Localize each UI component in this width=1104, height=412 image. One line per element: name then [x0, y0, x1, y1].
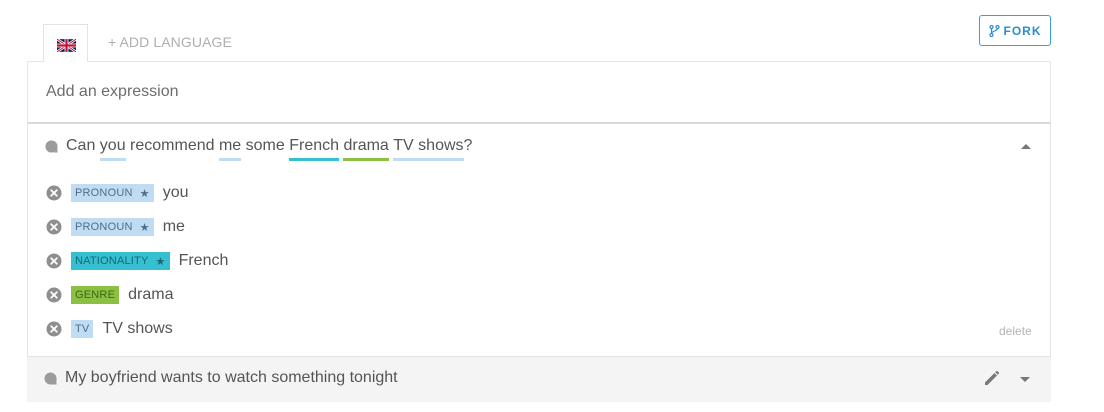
entity-tag-pronoun[interactable]: PRONOUN ★ [71, 184, 154, 202]
entity-value: you [162, 184, 189, 201]
entity-row: NATIONALITY ★ French [46, 249, 228, 273]
expression-row-collapsed[interactable]: My boyfriend wants to watch something to… [27, 357, 1051, 402]
entity-value: French [178, 252, 229, 269]
sentence-text: recommend [125, 137, 219, 154]
uk-flag-icon [57, 39, 76, 52]
entity-tag-tv[interactable]: TV [71, 320, 94, 338]
remove-entity-icon[interactable] [46, 287, 62, 303]
remove-entity-icon[interactable] [46, 321, 62, 337]
entity-highlight-genre[interactable]: drama [343, 137, 389, 161]
add-expression-box [27, 61, 1051, 124]
sentence-text: ? [463, 137, 473, 154]
speech-bubble-icon [44, 372, 57, 385]
entity-value: drama [128, 286, 174, 303]
entity-highlight-nationality[interactable]: French [289, 137, 340, 161]
expression-card-expanded: Can you recommend me some French drama T… [27, 124, 1051, 357]
entity-tag-label: TV [75, 323, 90, 335]
entity-row: TV TV shows [46, 317, 173, 341]
expression-text[interactable]: My boyfriend wants to watch something to… [65, 369, 398, 387]
entity-tag-label: GENRE [75, 289, 116, 301]
entity-tag-label: PRONOUN [75, 187, 133, 199]
entity-tag-nationality[interactable]: NATIONALITY ★ [71, 252, 170, 270]
language-tab-english[interactable] [43, 24, 88, 62]
entity-tag-genre[interactable]: GENRE [71, 286, 120, 304]
fork-label: FORK [1003, 23, 1042, 38]
pencil-icon[interactable] [983, 370, 1000, 387]
expand-caret-icon[interactable] [1020, 377, 1030, 382]
add-expression-input[interactable] [46, 80, 946, 104]
entity-tag-pronoun[interactable]: PRONOUN ★ [71, 218, 154, 236]
add-language-button[interactable]: + ADD LANGUAGE [108, 34, 232, 50]
remove-entity-icon[interactable] [46, 219, 62, 235]
remove-entity-icon[interactable] [46, 185, 62, 201]
entity-highlight-pronoun[interactable]: me [218, 137, 242, 161]
entity-highlight-pronoun[interactable]: you [99, 137, 126, 161]
entity-row: GENRE drama [46, 283, 173, 307]
entity-row: PRONOUN ★ you [46, 181, 188, 205]
entity-value: TV shows [102, 320, 173, 337]
delete-expression-link[interactable]: delete [999, 324, 1032, 338]
speech-bubble-icon [45, 140, 58, 153]
fork-button[interactable]: FORK [979, 15, 1051, 46]
expressions-panel: + ADD LANGUAGE FORK Can you recommend me… [0, 0, 1104, 412]
sentence-text: some [241, 137, 290, 154]
entity-tag-label: NATIONALITY [75, 255, 149, 267]
entity-value: me [162, 218, 185, 235]
expression-sentence[interactable]: Can you recommend me some French drama T… [66, 137, 472, 161]
star-icon: ★ [155, 255, 166, 268]
entity-tag-label: PRONOUN [75, 221, 133, 233]
remove-entity-icon[interactable] [46, 253, 62, 269]
entity-row: PRONOUN ★ me [46, 215, 185, 239]
fork-icon [988, 24, 1000, 37]
entity-highlight-tv[interactable]: TV shows [393, 137, 464, 161]
star-icon: ★ [139, 221, 150, 234]
star-icon: ★ [139, 187, 150, 200]
sentence-text: Can [66, 137, 100, 154]
collapse-caret-icon[interactable] [1021, 144, 1031, 149]
